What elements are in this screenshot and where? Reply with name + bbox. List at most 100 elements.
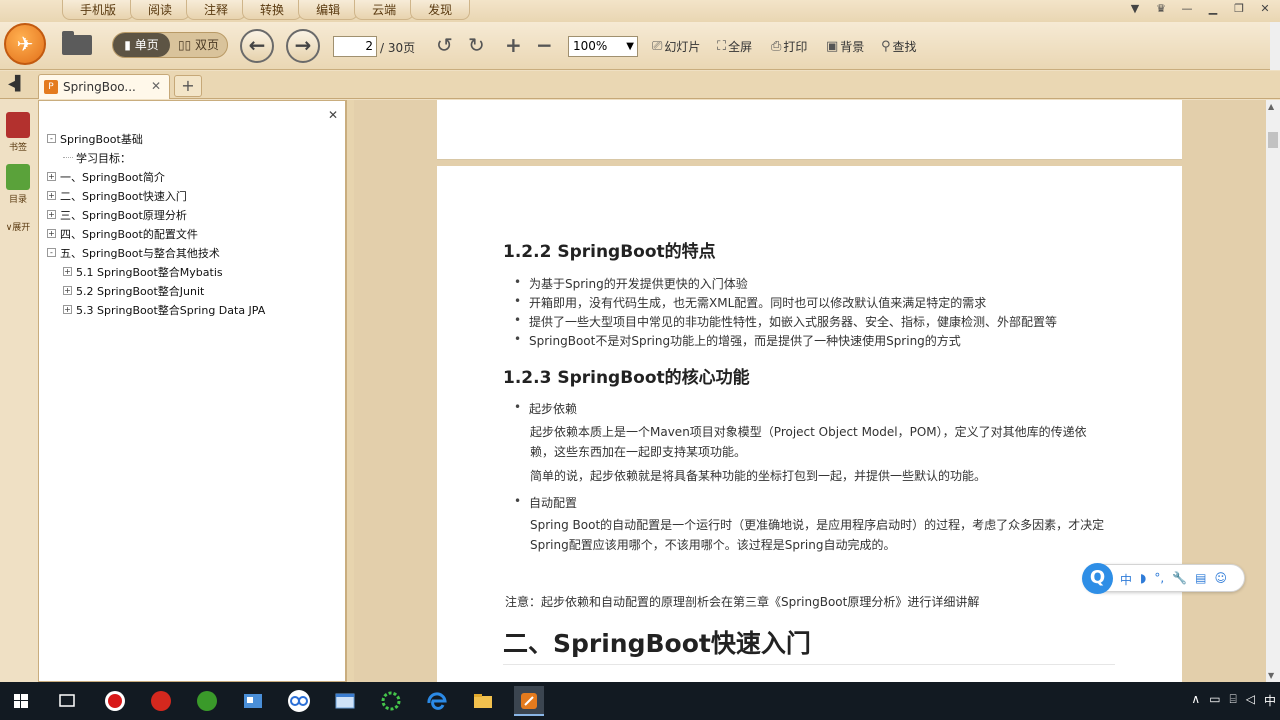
tab-close-icon[interactable]: ✕	[151, 79, 161, 93]
outline-item[interactable]: +5.3 SpringBoot整合Spring Data JPA	[47, 300, 265, 319]
close-icon[interactable]: ✕	[1258, 2, 1272, 15]
ime-wrench-icon[interactable]: 🔧	[1172, 571, 1187, 588]
restore-icon[interactable]: ❐	[1232, 2, 1246, 15]
expand-node-icon[interactable]: +	[63, 305, 72, 314]
slideshow-button[interactable]: ⎚ 幻灯片	[652, 38, 700, 55]
menu-tab-convert[interactable]: 转换	[242, 0, 303, 20]
battery-icon[interactable]: ▭	[1209, 692, 1220, 709]
window-app-icon[interactable]	[330, 686, 360, 716]
single-page-button[interactable]: ▮ 单页	[113, 33, 170, 57]
paragraph: 简单的说，起步依赖就是将具备某种功能的坐标打包到一起，并提供一些默认的功能。	[530, 469, 987, 483]
document-view[interactable]: 1.2.2 SpringBoot的特点 为基于Spring的开发提供更快的入门体…	[354, 100, 1266, 682]
windows-start-icon[interactable]	[6, 686, 36, 716]
file-explorer-icon[interactable]	[468, 686, 498, 716]
double-page-button[interactable]: ▯▯ 双页	[170, 33, 227, 57]
outline-panel: ✕ - SpringBoot基础 学习目标： + 一、SpringBoot简介 + 二、Sp…	[38, 100, 346, 682]
outline-item[interactable]: + 一、SpringBoot简介	[47, 167, 265, 186]
outline-tree: - SpringBoot基础 学习目标： + 一、SpringBoot简介 + 二、Spri…	[47, 129, 265, 319]
outline-item-label: 三、SpringBoot原理分析	[60, 208, 187, 222]
close-icon[interactable]: ✕	[328, 108, 338, 122]
outline-item[interactable]: 学习目标：	[47, 148, 265, 167]
pdf-file-icon: P	[44, 80, 58, 94]
edge-browser-icon[interactable]	[422, 686, 452, 716]
ime-logo-icon[interactable]: Q	[1082, 563, 1113, 594]
minimize-icon[interactable]: ▁	[1206, 2, 1220, 15]
scroll-up-icon[interactable]: ▲	[1268, 102, 1274, 111]
recorder-app-icon[interactable]	[100, 686, 130, 716]
next-page-button[interactable]: →	[286, 29, 320, 63]
green-ball-app-icon[interactable]	[192, 686, 222, 716]
task-view-icon[interactable]	[52, 686, 82, 716]
outline-item[interactable]: + 二、SpringBoot快速入门	[47, 186, 265, 205]
outline-item[interactable]: - 五、SpringBoot与整合其他技术	[47, 243, 265, 262]
app-logo-icon[interactable]: ✈	[4, 23, 46, 65]
outline-item[interactable]: +5.2 SpringBoot整合Junit	[47, 281, 265, 300]
bookmarks-button[interactable]: 书签	[3, 112, 33, 153]
pdf-reader-taskbar-icon[interactable]	[514, 686, 544, 716]
zoom-select[interactable]: 100% ▼	[568, 36, 638, 57]
toolbar-scrollbar[interactable]	[1270, 22, 1280, 70]
expand-node-icon[interactable]: +	[47, 191, 56, 200]
screen-tool-icon[interactable]	[238, 686, 268, 716]
find-button[interactable]: ⚲ 查找	[881, 38, 917, 55]
baidu-netdisk-icon[interactable]	[284, 686, 314, 716]
volume-icon[interactable]: ◁	[1246, 692, 1255, 709]
toc-button[interactable]: 目录	[3, 164, 33, 205]
collapse-node-icon[interactable]: -	[47, 134, 56, 143]
paragraph: 起步依赖本质上是一个Maven项目对象模型（Project Object Mod…	[530, 425, 1087, 439]
expand-node-icon[interactable]: +	[47, 172, 56, 181]
menu-tab-cloud[interactable]: 云端	[354, 0, 415, 20]
ime-clipboard-icon[interactable]: ▤	[1195, 571, 1206, 588]
minimize-mini-icon[interactable]: —	[1180, 2, 1194, 15]
rotate-right-icon[interactable]: ↻	[468, 33, 485, 57]
ime-language-toggle[interactable]: 中	[1120, 571, 1132, 588]
view-mode-toggle: ▮ 单页 ▯▯ 双页	[112, 32, 228, 58]
outline-item[interactable]: + 四、SpringBoot的配置文件	[47, 224, 265, 243]
input-language-indicator[interactable]: 中	[1264, 692, 1276, 709]
scroll-down-icon[interactable]: ▼	[1268, 671, 1274, 680]
expand-node-icon[interactable]: +	[47, 210, 56, 219]
menu-tab-read[interactable]: 阅读	[130, 0, 191, 20]
menu-tab-mobile[interactable]: 手机版	[62, 0, 135, 20]
outline-item-label: 5.1 SpringBoot整合Mybatis	[76, 265, 223, 279]
background-button[interactable]: ▣ 背景	[826, 38, 864, 55]
toc-icon	[6, 164, 30, 190]
skin-icon[interactable]: ♛	[1154, 2, 1168, 15]
green-gear-app-icon[interactable]	[376, 686, 406, 716]
expand-node-icon[interactable]: +	[63, 286, 72, 295]
ime-moon-icon[interactable]: ◗	[1140, 571, 1146, 588]
expand-node-icon[interactable]: +	[47, 229, 56, 238]
red-ball-app-icon[interactable]	[146, 686, 176, 716]
chevron-up-icon[interactable]: ∧	[1191, 692, 1200, 709]
ime-punctuation-icon[interactable]: °,	[1154, 571, 1164, 588]
menu-dropdown-icon[interactable]: ▼	[1128, 2, 1142, 15]
zoom-in-icon[interactable]: +	[505, 33, 522, 57]
expand-button[interactable]: ∨展开	[3, 220, 33, 233]
rotate-left-icon[interactable]: ↺	[436, 33, 453, 57]
menu-tab-discover[interactable]: 发现	[410, 0, 471, 20]
fullscreen-icon: ⛶	[717, 39, 727, 54]
prev-page-button[interactable]: ←	[240, 29, 274, 63]
ime-emoji-icon[interactable]: ☺	[1214, 571, 1227, 588]
ime-toolbar[interactable]: Q 中 ◗ °, 🔧 ▤ ☺	[1082, 563, 1245, 594]
new-tab-button[interactable]: +	[174, 75, 202, 97]
open-folder-button[interactable]	[60, 31, 94, 57]
scrollbar-thumb[interactable]	[1268, 132, 1278, 148]
outline-item[interactable]: +5.1 SpringBoot整合Mybatis	[47, 262, 265, 281]
outline-item[interactable]: - SpringBoot基础	[47, 129, 265, 148]
collapse-node-icon[interactable]: -	[47, 248, 56, 257]
expand-node-icon[interactable]: +	[63, 267, 72, 276]
fullscreen-button[interactable]: ⛶ 全屏	[717, 38, 752, 55]
zoom-out-icon[interactable]: −	[536, 33, 553, 57]
vertical-scrollbar[interactable]: ▲ ▼	[1266, 100, 1280, 682]
print-button[interactable]: ⎙ 打印	[771, 38, 807, 55]
network-icon[interactable]: ⌸	[1230, 692, 1237, 709]
document-tab[interactable]: P SpringBoo... ✕	[38, 74, 170, 99]
panel-splitter[interactable]	[346, 100, 354, 682]
menu-tab-edit[interactable]: 编辑	[298, 0, 359, 20]
collapse-sidebar-icon[interactable]: ◂▌	[8, 76, 26, 92]
page-number-input[interactable]: 2	[333, 36, 377, 57]
menu-tab-annotate[interactable]: 注释	[186, 0, 247, 20]
document-tab-bar: ◂▌ P SpringBoo... ✕ +	[0, 71, 1280, 99]
outline-item[interactable]: + 三、SpringBoot原理分析	[47, 205, 265, 224]
